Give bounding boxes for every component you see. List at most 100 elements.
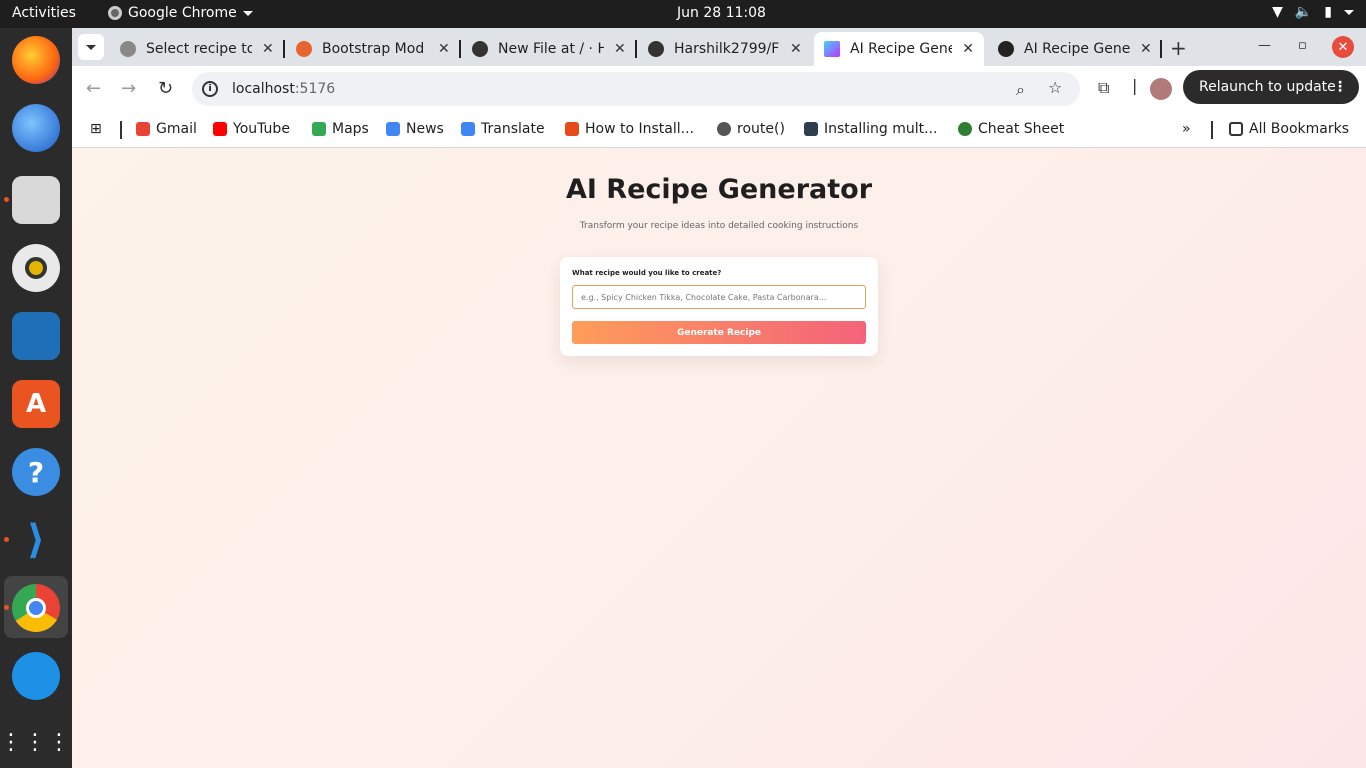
folder-icon [1229, 122, 1243, 136]
bookmarks-bar: ⊞ Gmail YouTube Maps News Translate How … [72, 112, 1366, 148]
tab-search-button[interactable] [78, 34, 104, 60]
back-arrow-icon[interactable]: ← [86, 78, 101, 99]
tab-4[interactable]: Harshilk2799/F ✕ [638, 32, 812, 66]
tab-title: AI Recipe Gene [1024, 41, 1130, 57]
bookmark-label: Translate [481, 121, 545, 137]
relaunch-button[interactable]: Relaunch to update ⋮ [1183, 70, 1359, 104]
site-favicon-icon [565, 122, 579, 136]
bookmark-maps[interactable]: Maps [312, 121, 369, 137]
apps-grid-icon[interactable]: ⊞ [90, 121, 102, 137]
tab-separator [459, 40, 461, 58]
chevron-down-icon [1344, 9, 1354, 15]
bookmark-youtube[interactable]: YouTube [213, 121, 290, 137]
forward-arrow-icon[interactable]: → [121, 78, 136, 99]
bookmark-label: How to Install... [585, 121, 694, 137]
globe-icon [717, 122, 731, 136]
bookmark-news[interactable]: News [386, 121, 444, 137]
profile-avatar[interactable] [1150, 78, 1172, 100]
bookmark-label: Installing mult... [824, 121, 938, 137]
cheat-sheet-favicon-icon [958, 122, 972, 136]
thunderbird-icon[interactable] [12, 104, 60, 152]
bookmark-cheat-sheet[interactable]: Cheat Sheet [958, 121, 1064, 137]
help-icon[interactable]: ? [12, 448, 60, 496]
files-icon[interactable] [12, 176, 60, 224]
chrome-window: Select recipe to ✕ Bootstrap Mod ✕ New F… [72, 28, 1366, 768]
tab-3[interactable]: New File at / · H ✕ [462, 32, 636, 66]
close-tab-icon[interactable]: ✕ [614, 41, 626, 57]
show-apps-icon[interactable]: ⋮⋮⋮ [0, 718, 70, 766]
rhythmbox-icon[interactable] [12, 244, 60, 292]
recipe-input[interactable] [572, 285, 866, 309]
maximize-button[interactable]: ▫ [1298, 38, 1307, 53]
bookmark-route[interactable]: route() [717, 121, 785, 137]
firefox-icon[interactable] [12, 36, 60, 84]
tab-title: New File at / · H [498, 41, 604, 57]
docker-icon[interactable] [12, 652, 60, 700]
activities-button[interactable]: Activities [12, 5, 76, 21]
translate-icon [461, 122, 475, 136]
app-menu[interactable]: Google Chrome [108, 5, 253, 21]
chevron-down-icon [86, 44, 96, 50]
running-indicator [4, 537, 9, 542]
openai-favicon-icon [998, 41, 1014, 57]
bookmark-installing-mult[interactable]: Installing mult... [804, 121, 937, 137]
bookmark-label: route() [737, 121, 785, 137]
tab-6[interactable]: AI Recipe Gene ✕ [988, 32, 1162, 66]
url-host: localhost [232, 81, 295, 97]
tab-2[interactable]: Bootstrap Mod ✕ [286, 32, 460, 66]
more-menu-icon[interactable]: ⋮ [1333, 79, 1347, 95]
tab-title: AI Recipe Gene [850, 41, 953, 57]
address-bar[interactable]: i localhost:5176 [192, 72, 1080, 106]
bookmark-label: News [406, 121, 444, 137]
more-bookmarks-chevron-icon[interactable]: » [1182, 121, 1191, 137]
youtube-icon [213, 122, 227, 136]
new-tab-button[interactable]: + [1170, 36, 1187, 60]
close-window-button[interactable]: ✕ [1332, 36, 1354, 58]
app-center-icon[interactable]: A [12, 380, 60, 428]
tab-separator [283, 40, 285, 58]
vscode-icon[interactable]: ⟩ [12, 516, 60, 564]
minimize-button[interactable]: — [1258, 38, 1271, 53]
writer-icon[interactable] [12, 312, 60, 360]
page-title: AI Recipe Generator [565, 174, 873, 205]
close-tab-icon[interactable]: ✕ [962, 41, 974, 57]
tab-title: Harshilk2799/F [674, 41, 780, 57]
zoom-icon[interactable]: ⌕ [1016, 80, 1025, 100]
all-bookmarks-label: All Bookmarks [1249, 121, 1350, 137]
close-tab-icon[interactable]: ✕ [438, 41, 450, 57]
bookmark-how-to-install[interactable]: How to Install... [565, 121, 694, 137]
bookmark-translate[interactable]: Translate [461, 121, 545, 137]
extensions-icon[interactable]: ⧉ [1098, 78, 1109, 98]
browser-toolbar: ← → ↻ i localhost:5176 ⌕ ☆ ⧉ | Relaunch … [72, 66, 1366, 112]
chrome-icon[interactable] [12, 584, 60, 632]
site-info-icon[interactable]: i [202, 81, 218, 97]
running-indicator [4, 197, 9, 202]
bookmark-label: YouTube [233, 121, 290, 137]
close-tab-icon[interactable]: ✕ [1140, 41, 1152, 57]
close-tab-icon[interactable]: ✕ [790, 41, 802, 57]
globe-icon [120, 41, 136, 57]
clock[interactable]: Jun 28 11:08 [677, 5, 766, 21]
bootstrap-favicon-icon [296, 41, 312, 57]
system-top-bar: Activities Google Chrome Jun 28 11:08 ▼ … [0, 0, 1366, 28]
all-bookmarks-button[interactable]: All Bookmarks [1229, 121, 1349, 137]
bookmark-label: Gmail [156, 121, 197, 137]
app-page: AI Recipe Generator Transform your recip… [72, 148, 1366, 768]
vite-favicon-icon [824, 41, 840, 57]
bookmark-star-icon[interactable]: ☆ [1048, 78, 1062, 97]
tab-5[interactable]: AI Recipe Gene ✕ [814, 32, 984, 66]
tab-1[interactable]: Select recipe to ✕ [110, 32, 284, 66]
github-icon [648, 41, 664, 57]
bookmark-label: Maps [332, 121, 369, 137]
wifi-icon: ▼ [1272, 4, 1283, 20]
chevron-down-icon [242, 10, 253, 16]
tab-title: Select recipe to [146, 41, 252, 57]
url-port: :5176 [294, 81, 336, 97]
tds-favicon-icon [804, 122, 818, 136]
bookmark-gmail[interactable]: Gmail [136, 121, 197, 137]
system-tray[interactable]: ▼ 🔈 ▮ [1272, 4, 1354, 20]
recipe-input-label: What recipe would you like to create? [572, 269, 722, 277]
reload-icon[interactable]: ↻ [158, 78, 173, 99]
generate-recipe-button[interactable]: Generate Recipe [572, 321, 866, 344]
close-tab-icon[interactable]: ✕ [262, 41, 274, 57]
